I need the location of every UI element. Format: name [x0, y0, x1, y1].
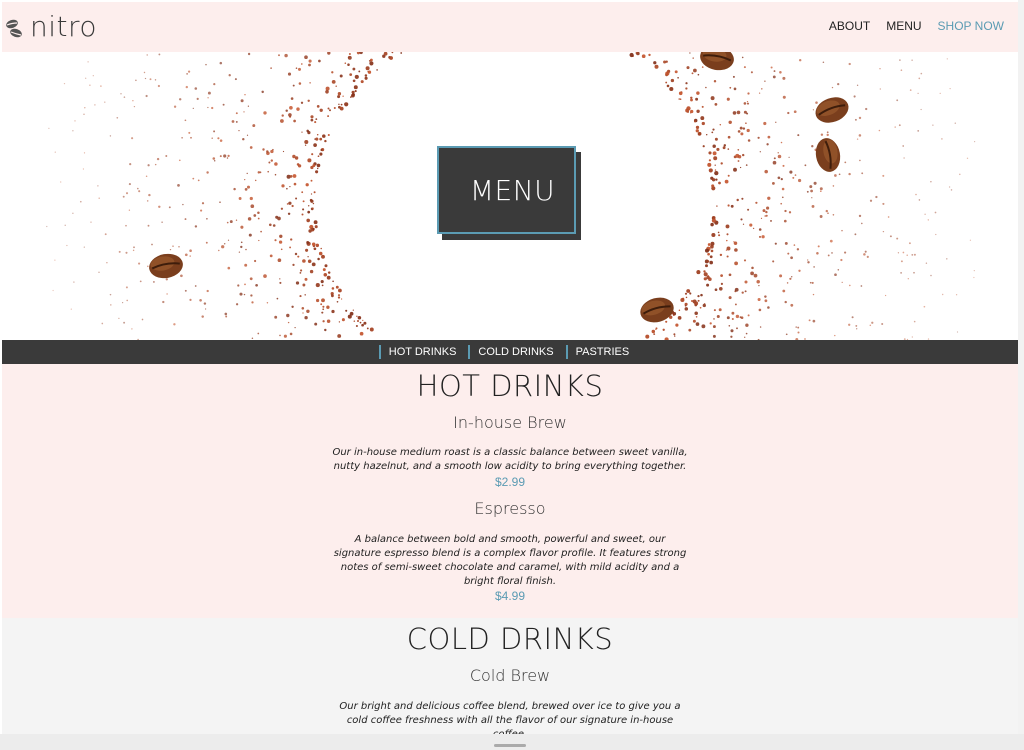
site-header: nitro ABOUT MENU SHOP NOW	[2, 2, 1018, 52]
bottom-toolbar	[0, 734, 1024, 750]
menu-category-nav: HOT DRINKS COLD DRINKS PASTRIES	[2, 340, 1018, 364]
cold-drinks-section: COLD DRINKS Cold Brew Our bright and del…	[2, 618, 1018, 750]
category-pastries-link[interactable]: PASTRIES	[565, 345, 642, 359]
item-name: Cold Brew	[469, 666, 551, 685]
page: nitro ABOUT MENU SHOP NOW MENU HOT DRINK…	[2, 2, 1018, 750]
hero-title: MENU	[469, 173, 556, 207]
logo-text: nitro	[30, 10, 98, 43]
item-price: $4.99	[494, 589, 526, 603]
nav-about-link[interactable]: ABOUT	[829, 19, 870, 33]
item-name: In-house Brew	[453, 413, 567, 432]
item-price: $2.99	[494, 475, 526, 489]
drag-handle[interactable]	[494, 744, 526, 747]
nav-shop-now-link[interactable]: SHOP NOW	[938, 19, 1004, 33]
vertical-scrollbar[interactable]	[1018, 0, 1024, 750]
menu-title-frame: MENU	[437, 146, 576, 234]
logo[interactable]: nitro	[4, 10, 97, 43]
item-description: Our in-house medium roast is a classic b…	[332, 447, 688, 472]
category-cold-drinks-link[interactable]: COLD DRINKS	[468, 345, 565, 359]
menu-title-box: MENU	[437, 146, 581, 240]
nav-menu-link[interactable]: MENU	[886, 19, 921, 33]
item-name: Espresso	[474, 499, 546, 518]
item-description: A balance between bold and smooth, power…	[333, 534, 687, 587]
section-title: HOT DRINKS	[416, 369, 604, 403]
section-title: COLD DRINKS	[406, 622, 614, 656]
hero-banner: MENU	[2, 52, 1018, 340]
category-hot-drinks-link[interactable]: HOT DRINKS	[378, 345, 469, 359]
hot-drinks-section: HOT DRINKS In-house Brew Our in-house me…	[2, 364, 1018, 618]
coffee-beans-icon	[6, 19, 22, 37]
main-nav: ABOUT MENU SHOP NOW	[829, 19, 1004, 33]
